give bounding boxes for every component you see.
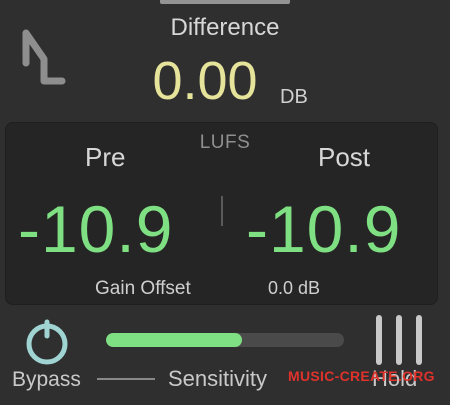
difference-unit: DB: [280, 86, 308, 108]
sensitivity-label: Sensitivity: [168, 366, 268, 391]
pre-loudness-value: -10.9: [18, 192, 174, 266]
bypass-label: Bypass: [12, 368, 81, 391]
top-edge-control[interactable]: [160, 0, 290, 4]
lufs-unit-label: LUFS: [199, 132, 251, 153]
gain-offset-value[interactable]: 0.0 dB: [268, 278, 320, 299]
hold-bar: [416, 315, 422, 365]
pre-label: Pre: [85, 142, 126, 172]
hold-bars-icon[interactable]: [372, 315, 428, 365]
difference-label: Difference: [170, 14, 280, 41]
sensitivity-slider[interactable]: [106, 333, 344, 347]
hold-bar: [376, 315, 382, 365]
bypass-power-knob-icon[interactable]: [22, 318, 72, 368]
post-label: Post: [318, 142, 371, 172]
difference-value: 0.00: [152, 51, 258, 111]
plugin-window: Difference 0.00 DB LUFS Pre Post -10.9 -…: [0, 0, 450, 405]
pre-post-divider: [221, 196, 223, 226]
gain-offset-label: Gain Offset: [95, 278, 191, 299]
hold-bar: [396, 315, 402, 365]
watermark-text: MUSIC-CREATE.ORG: [288, 368, 435, 384]
bypass-separator-line: [97, 378, 155, 380]
post-loudness-value: -10.9: [246, 192, 402, 266]
sensitivity-slider-fill: [106, 333, 242, 347]
